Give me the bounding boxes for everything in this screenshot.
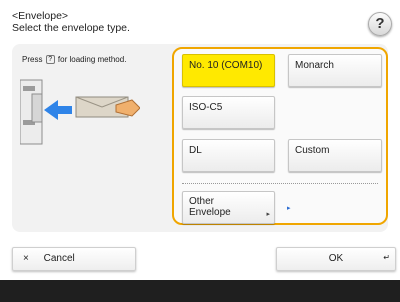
help-button[interactable]: ? [368, 12, 392, 36]
cancel-button[interactable]: × Cancel [12, 247, 136, 271]
option-label: Monarch [295, 60, 334, 71]
option-monarch[interactable]: Monarch [288, 54, 382, 87]
option-label: DL [189, 145, 202, 156]
loading-method-hint: Press ? for loading method. [22, 55, 127, 65]
separator-line [182, 183, 378, 184]
more-options-indicator-icon: ▸ [287, 205, 291, 212]
hint-prefix: Press [22, 55, 43, 64]
ok-button[interactable]: OK ↵ [276, 247, 396, 271]
option-label: No. 10 (COM10) [189, 60, 263, 71]
option-label: Custom [295, 145, 330, 156]
header-title: <Envelope> Select the envelope type. [12, 10, 130, 34]
option-dl[interactable]: DL [182, 139, 275, 172]
instruction-text: Select the envelope type. [12, 22, 130, 34]
envelope-title: <Envelope> [12, 10, 69, 22]
option-iso-c5[interactable]: ISO-C5 [182, 96, 275, 129]
help-badge-icon: ? [45, 55, 55, 65]
enter-icon: ↵ [383, 253, 390, 262]
help-icon: ? [375, 15, 385, 32]
option-label-line2: Envelope [189, 207, 231, 218]
submenu-arrow-icon: ▸ [266, 211, 270, 218]
option-no10-com10[interactable]: No. 10 (COM10) [182, 54, 275, 87]
option-label: ISO-C5 [189, 102, 223, 113]
ok-label: OK [328, 253, 344, 264]
cancel-label: Cancel [43, 253, 75, 264]
option-label-line1: Other [189, 196, 215, 207]
status-bar [0, 280, 400, 302]
envelope-feed-illustration [20, 79, 140, 145]
envelope-options-group: No. 10 (COM10) Monarch ISO-C5 DL Custom … [172, 47, 388, 225]
option-custom[interactable]: Custom [288, 139, 382, 172]
close-icon: × [23, 253, 29, 264]
hint-suffix: for loading method. [57, 55, 127, 64]
option-other-envelope[interactable]: Other Envelope ▸ [182, 191, 275, 224]
